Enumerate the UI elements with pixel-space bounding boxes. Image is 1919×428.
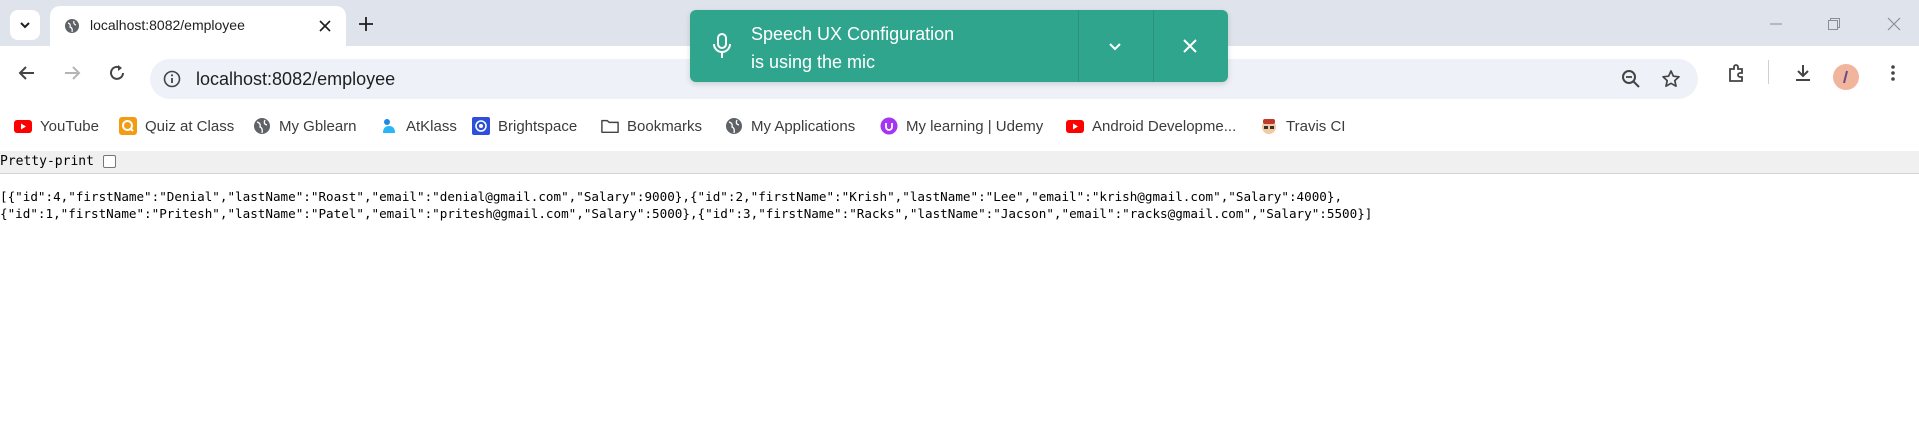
extensions-button[interactable] bbox=[1722, 58, 1752, 88]
tab-close-button[interactable] bbox=[316, 17, 334, 35]
back-button[interactable] bbox=[12, 58, 42, 88]
minimize-button[interactable] bbox=[1764, 12, 1788, 36]
browser-tab[interactable]: localhost:8082/employee bbox=[50, 6, 346, 46]
quiz-icon bbox=[119, 117, 137, 135]
bookmark-label: Bookmarks bbox=[627, 117, 703, 135]
close-icon bbox=[1183, 39, 1197, 53]
travis-icon bbox=[1260, 117, 1278, 135]
site-info-icon[interactable] bbox=[162, 69, 182, 89]
bookmark-udemy[interactable]: My learning | Udemy bbox=[880, 116, 1043, 136]
profile-icon bbox=[1843, 70, 1848, 84]
tab-title: localhost:8082/employee bbox=[90, 17, 245, 33]
toolbar-divider bbox=[1768, 60, 1769, 84]
bookmark-label: Quiz at Class bbox=[145, 117, 235, 135]
close-window-button[interactable] bbox=[1882, 12, 1906, 36]
more-vert-icon bbox=[1891, 65, 1895, 81]
json-line: [{"id":4,"firstName":"Denial","lastName"… bbox=[0, 189, 1343, 204]
arrow-left-icon bbox=[18, 66, 34, 80]
brightspace-icon bbox=[472, 117, 490, 135]
reload-button[interactable] bbox=[102, 58, 132, 88]
bookmark-atklass[interactable]: AtKlass bbox=[380, 116, 457, 136]
globe-icon bbox=[725, 117, 743, 135]
globe-icon bbox=[253, 117, 271, 135]
restore-icon bbox=[1828, 18, 1840, 30]
notification-title: Speech UX Configuration bbox=[751, 24, 955, 44]
notification-close-button[interactable] bbox=[1154, 10, 1226, 82]
tab-search-button[interactable] bbox=[10, 10, 40, 40]
pretty-print-label: Pretty-print bbox=[0, 154, 94, 169]
bookmark-label: Brightspace bbox=[498, 117, 578, 135]
chevron-down-icon bbox=[1109, 43, 1121, 51]
youtube-icon bbox=[1066, 117, 1084, 135]
atklass-icon bbox=[380, 117, 398, 135]
bookmarks-bar: YouTube Quiz at Class My Gblearn AtKlass… bbox=[0, 106, 1919, 146]
bookmark-youtube[interactable]: YouTube bbox=[14, 116, 99, 136]
folder-icon bbox=[601, 117, 619, 135]
menu-button[interactable] bbox=[1878, 58, 1908, 88]
bookmark-label: My Applications bbox=[751, 117, 856, 135]
arrow-right-icon bbox=[65, 66, 81, 80]
restore-button[interactable] bbox=[1822, 12, 1846, 36]
notification-subtitle: is using the mic bbox=[751, 52, 876, 72]
new-tab-button[interactable] bbox=[354, 12, 378, 36]
bookmark-label: YouTube bbox=[40, 117, 99, 135]
youtube-icon bbox=[14, 117, 32, 135]
bookmark-quiz-at-class[interactable]: Quiz at Class bbox=[119, 116, 234, 136]
json-response: [{"id":4,"firstName":"Denial","lastName"… bbox=[0, 188, 1915, 222]
star-icon[interactable] bbox=[1660, 68, 1682, 90]
downloads-button[interactable] bbox=[1788, 58, 1818, 88]
zoom-icon[interactable] bbox=[1620, 68, 1642, 90]
notification-expand-button[interactable] bbox=[1079, 10, 1151, 82]
bookmark-label: My learning | Udemy bbox=[906, 117, 1044, 135]
close-icon bbox=[319, 20, 331, 32]
reload-icon bbox=[110, 65, 124, 80]
udemy-icon bbox=[880, 117, 898, 135]
download-icon bbox=[1796, 65, 1810, 81]
bookmark-label: Travis CI bbox=[1286, 117, 1346, 135]
notification-text: Speech UX Configuration is using the mic bbox=[751, 20, 954, 76]
bookmark-label: My Gblearn bbox=[279, 117, 357, 135]
bookmark-label: AtKlass bbox=[406, 117, 457, 135]
pretty-print-checkbox[interactable] bbox=[103, 155, 116, 168]
bookmark-my-gblearn[interactable]: My Gblearn bbox=[253, 116, 357, 136]
mic-notification: Speech UX Configuration is using the mic bbox=[690, 10, 1228, 82]
microphone-icon bbox=[708, 32, 736, 60]
bookmark-android-developers[interactable]: Android Developme... bbox=[1066, 116, 1236, 136]
bookmark-brightspace[interactable]: Brightspace bbox=[472, 116, 577, 136]
minimize-icon bbox=[1770, 23, 1782, 25]
forward-button[interactable] bbox=[57, 58, 87, 88]
url-text[interactable]: localhost:8082/employee bbox=[196, 69, 395, 90]
close-icon bbox=[1887, 17, 1901, 31]
json-line: {"id":1,"firstName":"Pritesh","lastName"… bbox=[0, 206, 1373, 221]
avatar[interactable] bbox=[1833, 64, 1859, 90]
pretty-print-bar: Pretty-print bbox=[0, 151, 1919, 174]
chevron-down-icon bbox=[20, 22, 30, 29]
bookmark-label: Android Developme... bbox=[1092, 117, 1237, 135]
bookmark-travis-ci[interactable]: Travis CI bbox=[1260, 116, 1345, 136]
bookmark-bookmarks-folder[interactable]: Bookmarks bbox=[601, 116, 702, 136]
bookmark-my-applications[interactable]: My Applications bbox=[725, 116, 855, 136]
puzzle-icon bbox=[1729, 64, 1743, 82]
globe-icon bbox=[65, 19, 79, 33]
plus-icon bbox=[359, 17, 373, 31]
